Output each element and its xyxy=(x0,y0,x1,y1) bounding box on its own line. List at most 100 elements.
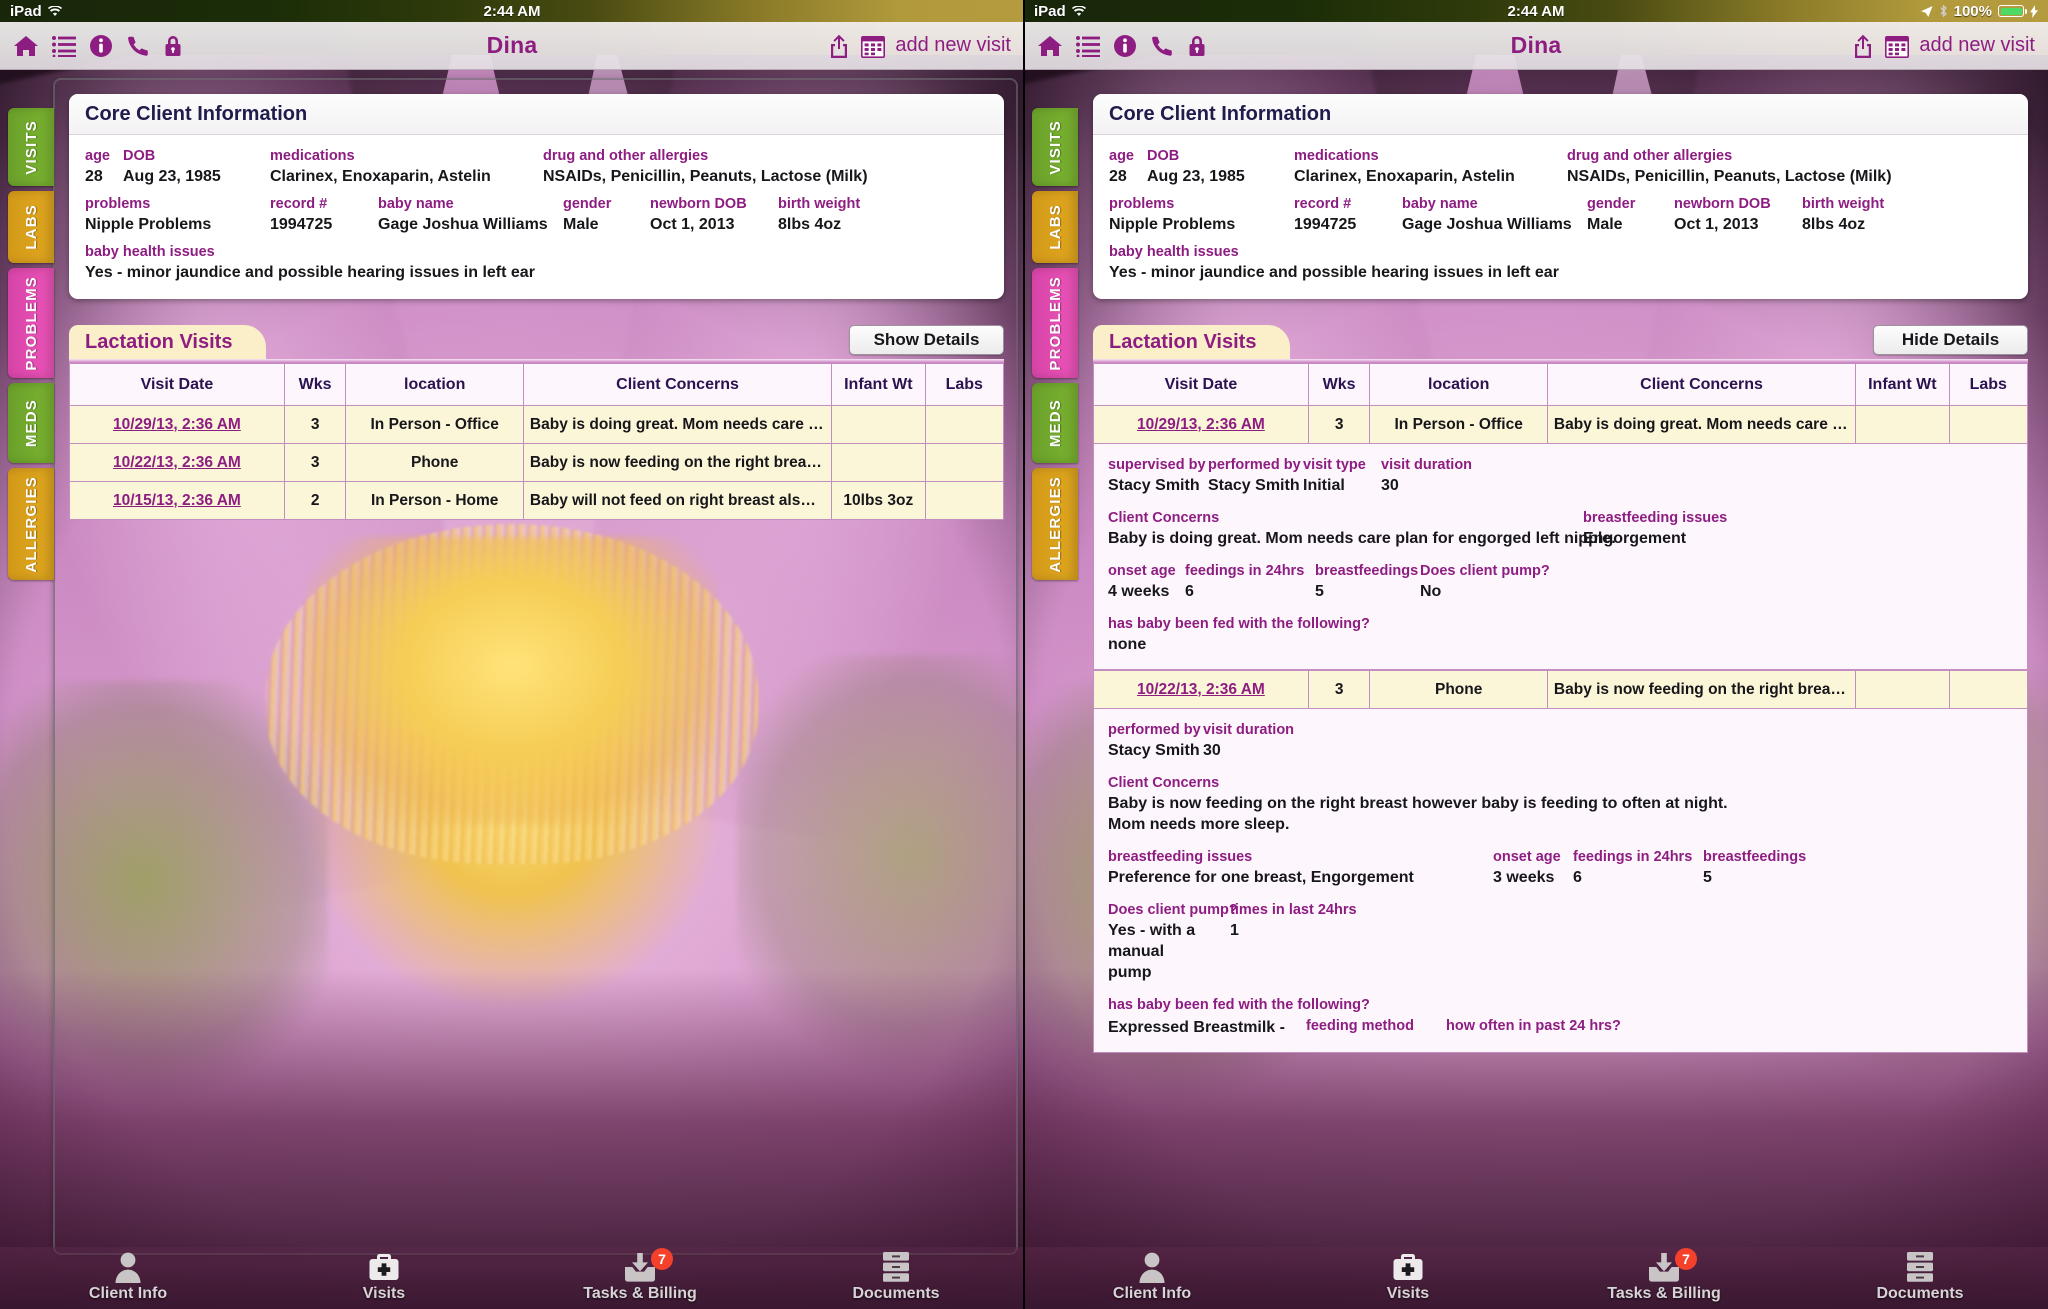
cell-location: Phone xyxy=(1369,670,1548,709)
sidebar-item-label: VISITS xyxy=(22,119,40,175)
field-feedings-24hrs: feedings in 24hrs 6 xyxy=(1185,563,1305,600)
medical-bag-icon xyxy=(1393,1254,1423,1280)
cell-labs xyxy=(924,405,1005,444)
cell-visit-date[interactable]: 10/22/13, 2:36 AM xyxy=(69,443,285,482)
field-baby-name: baby name Gage Joshua Williams xyxy=(1402,196,1572,233)
sidebar-item-meds[interactable]: MEDS xyxy=(1032,383,1078,463)
sidebar-item-visits[interactable]: VISITS xyxy=(1032,108,1078,186)
field-age: age 28 xyxy=(85,148,110,185)
visit-date-link[interactable]: 10/29/13, 2:36 AM xyxy=(1137,416,1265,433)
sidebar-item-label: PROBLEMS xyxy=(1046,275,1064,371)
sidebar-item-labs[interactable]: LABS xyxy=(8,191,54,263)
cell-visit-date[interactable]: 10/29/13, 2:36 AM xyxy=(69,405,285,444)
field-row: breastfeeding issues Preference for one b… xyxy=(1108,848,2013,888)
content-area-left: Core Client Information age 28 DOB Aug 23,… xyxy=(28,80,1016,1253)
side-tab-strip-right: VISITS LABS PROBLEMS MEDS ALLERGIES xyxy=(1032,108,1078,585)
sidebar-item-problems[interactable]: PROBLEMS xyxy=(1032,268,1078,378)
cell-wks: 3 xyxy=(283,443,347,482)
visit-date-link[interactable]: 10/15/13, 2:36 AM xyxy=(113,492,241,509)
show-details-button[interactable]: Show Details xyxy=(849,325,1004,355)
field-breastfeedings: breastfeedings 5 xyxy=(1703,849,1807,886)
scroll-shell-left[interactable]: Core Client Information age 28 DOB Aug 23,… xyxy=(55,80,1016,1253)
card-header: Core Client Information xyxy=(1093,94,2028,135)
field-birth-weight: birth weight 8lbs 4oz xyxy=(778,196,861,233)
scroll-shell-right[interactable]: Core Client Information age 28 DOB Aug 23,… xyxy=(1079,80,2040,1259)
tab-tasks-billing[interactable]: 7 Tasks & Billing xyxy=(1589,1248,1739,1303)
tab-visits[interactable]: Visits xyxy=(1333,1251,1483,1303)
column-header-wks: Wks xyxy=(1307,363,1371,406)
column-header-client-concerns: Client Concerns xyxy=(1546,363,1857,406)
column-header-location: location xyxy=(1369,363,1548,406)
bottom-tab-bar-right: Client Info Visits 7 Tasks & Billing Doc… xyxy=(1024,1247,2048,1309)
cell-infant-wt xyxy=(1855,670,1950,709)
cell-labs xyxy=(1948,670,2029,709)
table-row[interactable]: 10/29/13, 2:36 AM 3 In Person - Office B… xyxy=(69,405,1005,444)
field-newborn-dob: newborn DOB Oct 1, 2013 xyxy=(1674,196,1771,233)
tab-label: Client Info xyxy=(88,1285,168,1302)
tab-label: Tasks & Billing xyxy=(1607,1285,1721,1302)
visit-date-link[interactable]: 10/22/13, 2:36 AM xyxy=(113,454,241,471)
tab-documents[interactable]: Documents xyxy=(1845,1251,1995,1303)
field-visit-type: visit type Initial xyxy=(1303,457,1366,494)
cell-location: In Person - Office xyxy=(345,405,524,444)
calendar-icon[interactable] xyxy=(860,33,886,59)
field-supervised-by: supervised by Stacy Smith xyxy=(1108,457,1206,494)
sidebar-item-visits[interactable]: VISITS xyxy=(8,108,54,186)
calendar-icon[interactable] xyxy=(1884,33,1910,59)
cell-client-concerns: Baby is doing great. Mom needs care plan… xyxy=(522,405,833,444)
status-bar-left: iPad 2:44 AM xyxy=(0,0,1024,22)
visit-date-link[interactable]: 10/29/13, 2:36 AM xyxy=(113,416,241,433)
table-row[interactable]: 10/15/13, 2:36 AM 2 In Person - Home Bab… xyxy=(69,481,1005,520)
tab-client-info[interactable]: Client Info xyxy=(1077,1251,1227,1303)
add-new-visit-button[interactable]: add new visit xyxy=(1919,34,2035,57)
tab-label: Visits xyxy=(1386,1285,1430,1302)
field-performed-by: performed by Stacy Smith xyxy=(1208,457,1301,494)
cell-infant-wt xyxy=(1855,405,1950,444)
field-row: Expressed Breastmilk - feeding method ho… xyxy=(1108,1017,2013,1038)
sidebar-item-label: MEDS xyxy=(22,398,40,448)
field-baby-health-issues: baby health issues Yes - minor jaundice a… xyxy=(85,244,535,281)
share-icon[interactable] xyxy=(1851,33,1875,59)
tab-documents[interactable]: Documents xyxy=(821,1251,971,1303)
cell-client-concerns: Baby is now feeding on the right breast … xyxy=(1546,670,1857,709)
tab-visits[interactable]: Visits xyxy=(309,1251,459,1303)
visit-date-link[interactable]: 10/22/13, 2:36 AM xyxy=(1137,681,1265,698)
cell-wks: 3 xyxy=(1307,670,1371,709)
table-header-row: Visit Date Wks location Client Concerns … xyxy=(69,363,1005,406)
cell-visit-date[interactable]: 10/15/13, 2:36 AM xyxy=(69,481,285,520)
field-client-concerns: Client Concerns Baby is now feeding on th… xyxy=(1108,775,1728,833)
field-row: performed by Stacy Smith visit duration 30 xyxy=(1108,721,2013,761)
tab-tasks-billing[interactable]: 7 Tasks & Billing xyxy=(565,1248,715,1303)
card-body: age 28 DOB Aug 23, 1985 medications Clarine… xyxy=(69,135,1004,299)
share-icon[interactable] xyxy=(827,33,851,59)
cell-visit-date[interactable]: 10/22/13, 2:36 AM xyxy=(1093,670,1309,709)
field-does-client-pump: Does client pump? No xyxy=(1420,563,1550,600)
add-new-visit-button[interactable]: add new visit xyxy=(895,34,1011,57)
field-expressed-breastmilk: Expressed Breastmilk - xyxy=(1108,1019,1285,1036)
table-row[interactable]: 10/22/13, 2:36 AM 3 Phone Baby is now fe… xyxy=(69,443,1005,482)
tab-label: Tasks & Billing xyxy=(583,1285,697,1302)
cell-visit-date[interactable]: 10/29/13, 2:36 AM xyxy=(1093,405,1309,444)
core-client-information-card: Core Client Information age 28 DOB Aug 23,… xyxy=(1093,94,2028,299)
table-row[interactable]: 10/29/13, 2:36 AM 3 In Person - Office B… xyxy=(1093,405,2029,444)
field-row: Does client pump? Yes - with a manual pum… xyxy=(1108,901,2013,983)
sidebar-item-allergies[interactable]: ALLERGIES xyxy=(1032,468,1078,580)
table-row[interactable]: 10/22/13, 2:36 AM 3 Phone Baby is now fe… xyxy=(1093,670,2029,709)
tab-client-info[interactable]: Client Info xyxy=(53,1251,203,1303)
tab-label: Documents xyxy=(852,1285,940,1302)
clock-label: 2:44 AM xyxy=(483,2,541,20)
field-breastfeeding-issues: breastfeeding issues Engorgement xyxy=(1583,510,1728,547)
field-problems: problems Nipple Problems xyxy=(85,196,212,233)
cell-labs xyxy=(924,481,1005,520)
sidebar-item-labs[interactable]: LABS xyxy=(1032,191,1078,263)
sidebar-item-problems[interactable]: PROBLEMS xyxy=(8,268,54,378)
sidebar-item-meds[interactable]: MEDS xyxy=(8,383,54,463)
battery-icon xyxy=(1998,5,2027,17)
lactation-visits-header: Lactation Visits Show Details xyxy=(69,325,1004,359)
cell-wks: 2 xyxy=(283,481,347,520)
sidebar-item-label: PROBLEMS xyxy=(22,275,40,371)
hide-details-button[interactable]: Hide Details xyxy=(1873,325,2028,355)
field-record-number: record #1994725 xyxy=(1294,196,1357,233)
sidebar-item-allergies[interactable]: ALLERGIES xyxy=(8,468,54,580)
side-tab-strip-left: VISITS LABS PROBLEMS MEDS ALLERGIES xyxy=(8,108,54,585)
